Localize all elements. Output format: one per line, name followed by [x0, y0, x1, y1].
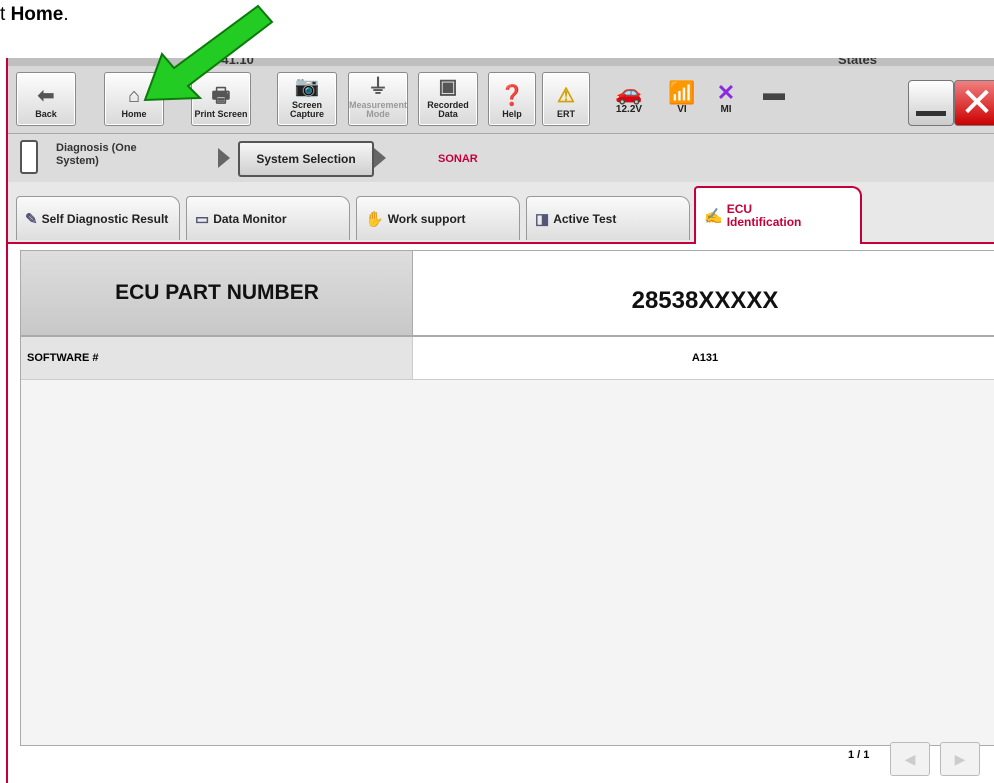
measurement-mode-button[interactable]: ⏚ Measurement Mode: [348, 72, 408, 126]
vi-status: 📶 VI: [664, 80, 700, 116]
battery-voltage: 12.2V: [615, 104, 643, 115]
ecu-identification-panel: ECU PART NUMBER 28538XXXXX SOFTWARE # A1…: [8, 244, 994, 783]
battery-icon: ▬: [763, 80, 785, 105]
recorded-data-icon: ▣: [438, 76, 458, 98]
tab-label: Active Test: [553, 211, 617, 226]
back-button[interactable]: ⬅ Back: [16, 72, 76, 126]
breadcrumb-arrow-icon: [218, 148, 230, 168]
signal-icon: 📶: [668, 80, 696, 105]
tab-label: Self Diagnostic Result: [41, 211, 169, 226]
help-icon: ❓: [499, 85, 525, 107]
instruction-text: t Home.: [0, 4, 69, 26]
back-arrow-icon: ⬅: [37, 85, 55, 107]
tab-label: Data Monitor: [213, 211, 287, 226]
ecu-part-number-value: 28538XXXXX: [412, 250, 994, 336]
vi-label: VI: [677, 104, 687, 115]
recorded-data-label: Recorded Data: [427, 100, 469, 119]
tab-bar: ✎ Self Diagnostic Result ▭ Data Monitor …: [8, 182, 994, 244]
tab-active-test[interactable]: ◨ Active Test: [526, 196, 690, 240]
measurement-icon: ⏚: [368, 76, 388, 98]
table-row: SOFTWARE # A131: [21, 337, 994, 380]
minimize-icon: [916, 111, 946, 116]
row-key: SOFTWARE #: [21, 337, 413, 379]
warning-icon: ⚠: [557, 85, 575, 107]
ecu-part-number-label: ECU PART NUMBER: [20, 250, 414, 336]
row-value: A131: [691, 352, 719, 364]
home-icon: ⌂: [127, 85, 141, 107]
car-icon: 🚗: [615, 80, 643, 105]
recorded-data-button[interactable]: ▣ Recorded Data: [418, 72, 478, 126]
prev-page-button[interactable]: ◀: [890, 742, 930, 776]
consult-app-window: SP41.10 States ⬅ Back ⌂ Home 🖶 Print Scr…: [6, 58, 994, 783]
breadcrumb-current: SONAR: [438, 153, 478, 165]
camera-icon: 📷: [294, 76, 320, 98]
instruction-prefix: t: [0, 4, 11, 25]
breadcrumb: Diagnosis (One System) System Selection …: [8, 134, 994, 183]
tab-label: Work support: [387, 211, 466, 226]
minimize-button[interactable]: [908, 80, 954, 126]
help-label: Help: [502, 109, 522, 119]
breadcrumb-diagnosis[interactable]: Diagnosis (One System): [56, 142, 156, 168]
ert-label: ERT: [557, 109, 575, 119]
close-icon: ✕: [960, 81, 994, 125]
ert-button[interactable]: ⚠ ERT: [542, 72, 590, 126]
work-support-icon: ✋: [365, 210, 384, 228]
chevron-left-icon: ◀: [904, 751, 916, 767]
help-button[interactable]: ❓ Help: [488, 72, 536, 126]
mi-status: ✕ MI: [708, 80, 744, 116]
breadcrumb-arrow-icon: [374, 148, 386, 168]
states-label: States: [838, 58, 878, 67]
active-test-icon: ◨: [535, 210, 550, 228]
disconnected-icon: ✕: [716, 80, 736, 105]
battery-indicator: ▬: [756, 82, 792, 104]
tab-self-diagnostic-result[interactable]: ✎ Self Diagnostic Result: [16, 196, 180, 240]
instruction-suffix: .: [63, 4, 69, 25]
next-page-button[interactable]: ▶: [940, 742, 980, 776]
measurement-mode-label: Measurement Mode: [348, 100, 408, 119]
tab-work-support[interactable]: ✋ Work support: [356, 196, 520, 240]
monitor-icon: ▭: [195, 210, 210, 228]
close-button[interactable]: ✕: [954, 80, 994, 126]
back-button-label: Back: [35, 109, 57, 119]
system-selection-button[interactable]: System Selection: [238, 141, 374, 177]
device-icon: [20, 140, 38, 174]
tab-label: ECU Identification: [726, 202, 802, 229]
screen-capture-button[interactable]: 📷 Screen Capture: [277, 72, 337, 126]
self-diagnostic-icon: ✎: [25, 210, 38, 228]
ecu-identification-icon: ✍: [704, 208, 723, 225]
ecu-info-table: SOFTWARE # A131: [20, 336, 994, 746]
instruction-highlight: Home: [10, 4, 64, 25]
screen-capture-label: Screen Capture: [289, 100, 324, 119]
tab-ecu-identification[interactable]: ✍ ECU Identification: [694, 186, 862, 244]
battery-status: 🚗 12.2V: [604, 80, 654, 116]
chevron-right-icon: ▶: [954, 751, 966, 767]
mi-label: MI: [720, 104, 732, 115]
page-indicator: 1 / 1: [848, 749, 870, 761]
green-arrow-icon: [143, 4, 274, 102]
tab-data-monitor[interactable]: ▭ Data Monitor: [186, 196, 350, 240]
